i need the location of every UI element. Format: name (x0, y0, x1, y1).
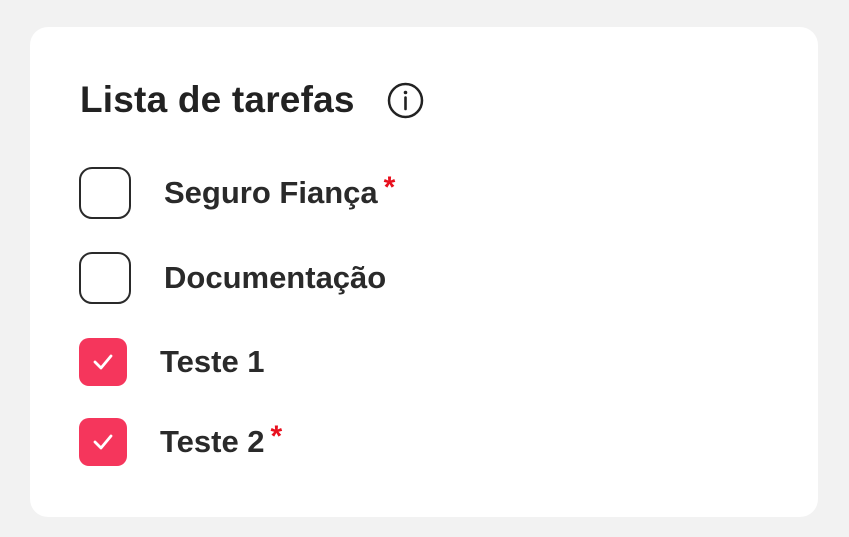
card-header: Lista de tarefas (80, 79, 424, 121)
task-label: Teste 2 (160, 424, 265, 459)
task-list-card: Lista de tarefas Seguro Fiança * Documen… (30, 27, 818, 517)
task-label: Teste 1 (160, 344, 265, 379)
task-item-teste-1[interactable]: Teste 1 (79, 336, 265, 388)
required-asterisk: * (270, 420, 283, 453)
task-label: Seguro Fiança (164, 175, 378, 210)
card-title: Lista de tarefas (80, 79, 355, 120)
task-label: Documentação (164, 260, 387, 295)
required-asterisk: * (383, 171, 396, 204)
task-item-teste-2[interactable]: Teste 2 * (79, 416, 282, 468)
task-item-documentacao[interactable]: Documentação (79, 252, 386, 304)
task-checkbox-checked[interactable] (79, 418, 127, 466)
task-item-seguro-fianca[interactable]: Seguro Fiança * (79, 167, 395, 219)
task-checkbox[interactable] (79, 252, 131, 304)
check-icon (93, 434, 113, 450)
task-checkbox-checked[interactable] (79, 338, 127, 386)
check-icon (93, 354, 113, 370)
info-icon[interactable] (387, 82, 424, 119)
task-checkbox[interactable] (79, 167, 131, 219)
